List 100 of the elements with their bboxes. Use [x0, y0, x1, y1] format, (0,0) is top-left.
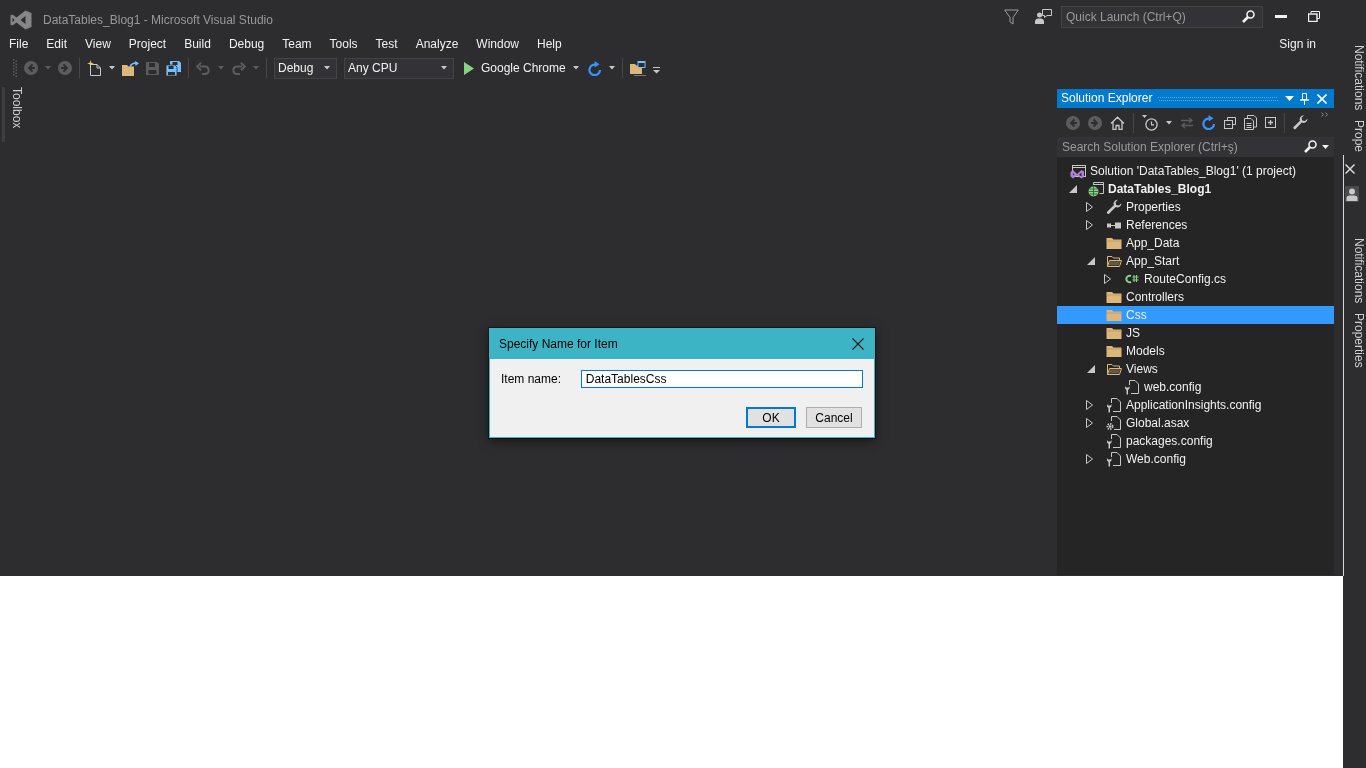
tree-arrow-icon[interactable]	[1086, 400, 1093, 410]
page-gear-icon	[1106, 415, 1122, 431]
menu-item[interactable]: Analyze	[406, 36, 468, 52]
stacked-windows-icon[interactable]	[1224, 116, 1236, 129]
plus-square-icon[interactable]	[1265, 117, 1276, 128]
close-icon[interactable]	[852, 338, 864, 350]
folder-icon	[1106, 325, 1122, 341]
toolbox-tab[interactable]: Toolbox	[2, 87, 26, 143]
tree-item[interactable]: JS	[1057, 324, 1334, 342]
menu-item[interactable]: Team	[273, 36, 321, 52]
person-icon[interactable]	[1345, 186, 1359, 202]
tree-item[interactable]: RouteConfig.cs	[1057, 270, 1334, 288]
tree-item[interactable]: Controllers	[1057, 288, 1334, 306]
window-title: DataTables_Blog1 - Microsoft Visual Studio	[43, 12, 273, 28]
tree-arrow-icon[interactable]	[1104, 274, 1111, 284]
dialog-button[interactable]: OK	[746, 407, 796, 428]
solution-icon	[1070, 163, 1086, 179]
dialog-button[interactable]: Cancel	[806, 407, 862, 428]
tree-item[interactable]: Models	[1057, 342, 1334, 360]
tree-arrow-icon[interactable]	[1087, 257, 1095, 265]
tree-item[interactable]: Web.config	[1057, 450, 1334, 468]
menu-item[interactable]: Edit	[37, 36, 77, 52]
tree-item[interactable]: ApplicationInsights.config	[1057, 396, 1334, 414]
menu-item[interactable]: View	[76, 36, 120, 52]
side-tab[interactable]: Notifications	[1344, 238, 1366, 304]
tree-item[interactable]: App_Start	[1057, 252, 1334, 270]
open-folder-icon	[1106, 253, 1122, 269]
sign-in-link[interactable]: Sign in	[1279, 36, 1316, 52]
overflow-icon[interactable]	[1321, 112, 1328, 117]
tree-arrow-icon[interactable]	[1087, 365, 1095, 373]
tree-item[interactable]: packages.config	[1057, 432, 1334, 450]
folder-arrow-icon[interactable]	[122, 60, 139, 76]
side-tab[interactable]: Properties	[1344, 313, 1366, 369]
tree-item[interactable]: Properties	[1057, 198, 1334, 216]
dialog-title: Specify Name for Item	[499, 336, 618, 352]
dropdown-field[interactable]: Any CPU	[344, 57, 454, 79]
page-wrench-icon	[1124, 379, 1140, 395]
open-folder-icon	[1106, 361, 1122, 377]
menu-item[interactable]: Build	[175, 36, 220, 52]
side-tab[interactable]: Prope	[1345, 120, 1366, 153]
caret-icon	[441, 66, 447, 70]
house-icon[interactable]	[1110, 115, 1125, 130]
side-tab[interactable]: Notifications	[1345, 45, 1366, 111]
tree-item[interactable]: References	[1057, 216, 1334, 234]
tree-arrow-icon[interactable]	[1086, 418, 1093, 428]
tree-item[interactable]: Solution 'DataTables_Blog1' (1 project)	[1057, 162, 1334, 180]
tree-item[interactable]: Views	[1057, 360, 1334, 378]
folder-icon	[1106, 289, 1122, 305]
tree-arrow-icon[interactable]	[1086, 220, 1093, 230]
logo-icon	[10, 10, 32, 30]
page-wrench-icon	[1106, 451, 1122, 467]
stacked-pages-icon[interactable]	[1244, 115, 1257, 130]
search-field[interactable]: Search Solution Explorer (Ctrl+ş)	[1057, 137, 1334, 157]
menu-item[interactable]: Test	[366, 36, 407, 52]
feedback-icon[interactable]	[1035, 9, 1052, 24]
grip-icon	[1158, 96, 1279, 101]
tree-item[interactable]: App_Data	[1057, 234, 1334, 252]
caret-icon[interactable]	[1322, 145, 1329, 149]
clock-icon[interactable]	[1142, 114, 1158, 131]
circular-arrow-icon[interactable]	[587, 60, 602, 76]
quick-launch-field[interactable]: Quick Launch (Ctrl+Q)	[1061, 5, 1263, 28]
menu-item[interactable]: File	[0, 36, 38, 52]
search-icon[interactable]	[1304, 140, 1317, 153]
play-icon	[464, 61, 474, 75]
caret-icon[interactable]	[608, 66, 615, 70]
folder-window-icon[interactable]	[629, 60, 646, 76]
filter-icon[interactable]	[1004, 8, 1019, 25]
caret-icon[interactable]	[109, 66, 115, 70]
tree-item[interactable]: web.config	[1057, 378, 1334, 396]
search-icon[interactable]	[1242, 9, 1255, 23]
caret-icon	[324, 66, 330, 70]
menu-item[interactable]: Window	[467, 36, 528, 52]
tree-item[interactable]: Global.asax	[1057, 414, 1334, 432]
tree-arrow-icon[interactable]	[1086, 202, 1093, 212]
globe-window-icon	[1088, 181, 1104, 197]
stacked-floppy-icon[interactable]	[166, 60, 181, 76]
tree-arrow-icon[interactable]	[1086, 454, 1093, 464]
menu-item[interactable]: Debug	[219, 36, 274, 52]
menu-item[interactable]: Help	[528, 36, 571, 52]
wrench-icon	[1106, 199, 1122, 215]
wrench-icon[interactable]	[1293, 115, 1308, 130]
caret-icon	[572, 66, 579, 70]
restore-icon[interactable]	[1308, 11, 1320, 22]
start-button[interactable]: Google Chrome	[462, 60, 581, 76]
page-wrench-icon	[1106, 397, 1122, 413]
tree-item[interactable]: DataTables_Blog1	[1057, 180, 1334, 198]
pin-icon[interactable]	[1300, 92, 1309, 105]
menu-item[interactable]: Project	[119, 36, 176, 52]
caret-icon[interactable]	[1166, 120, 1172, 125]
grip-icon	[13, 59, 17, 77]
folder-icon	[1106, 235, 1122, 251]
menu-item[interactable]: Tools	[320, 36, 367, 52]
page-wrench-icon	[1106, 433, 1122, 449]
item-name-field[interactable]: DataTablesCss	[580, 370, 863, 388]
folder-icon	[1106, 343, 1122, 359]
circular-arrow-icon[interactable]	[1202, 115, 1216, 130]
field-label: Item name:	[501, 371, 563, 387]
dropdown-field[interactable]: Debug	[274, 57, 337, 79]
tree-arrow-icon[interactable]	[1069, 185, 1077, 193]
new-file-icon[interactable]	[87, 60, 102, 76]
